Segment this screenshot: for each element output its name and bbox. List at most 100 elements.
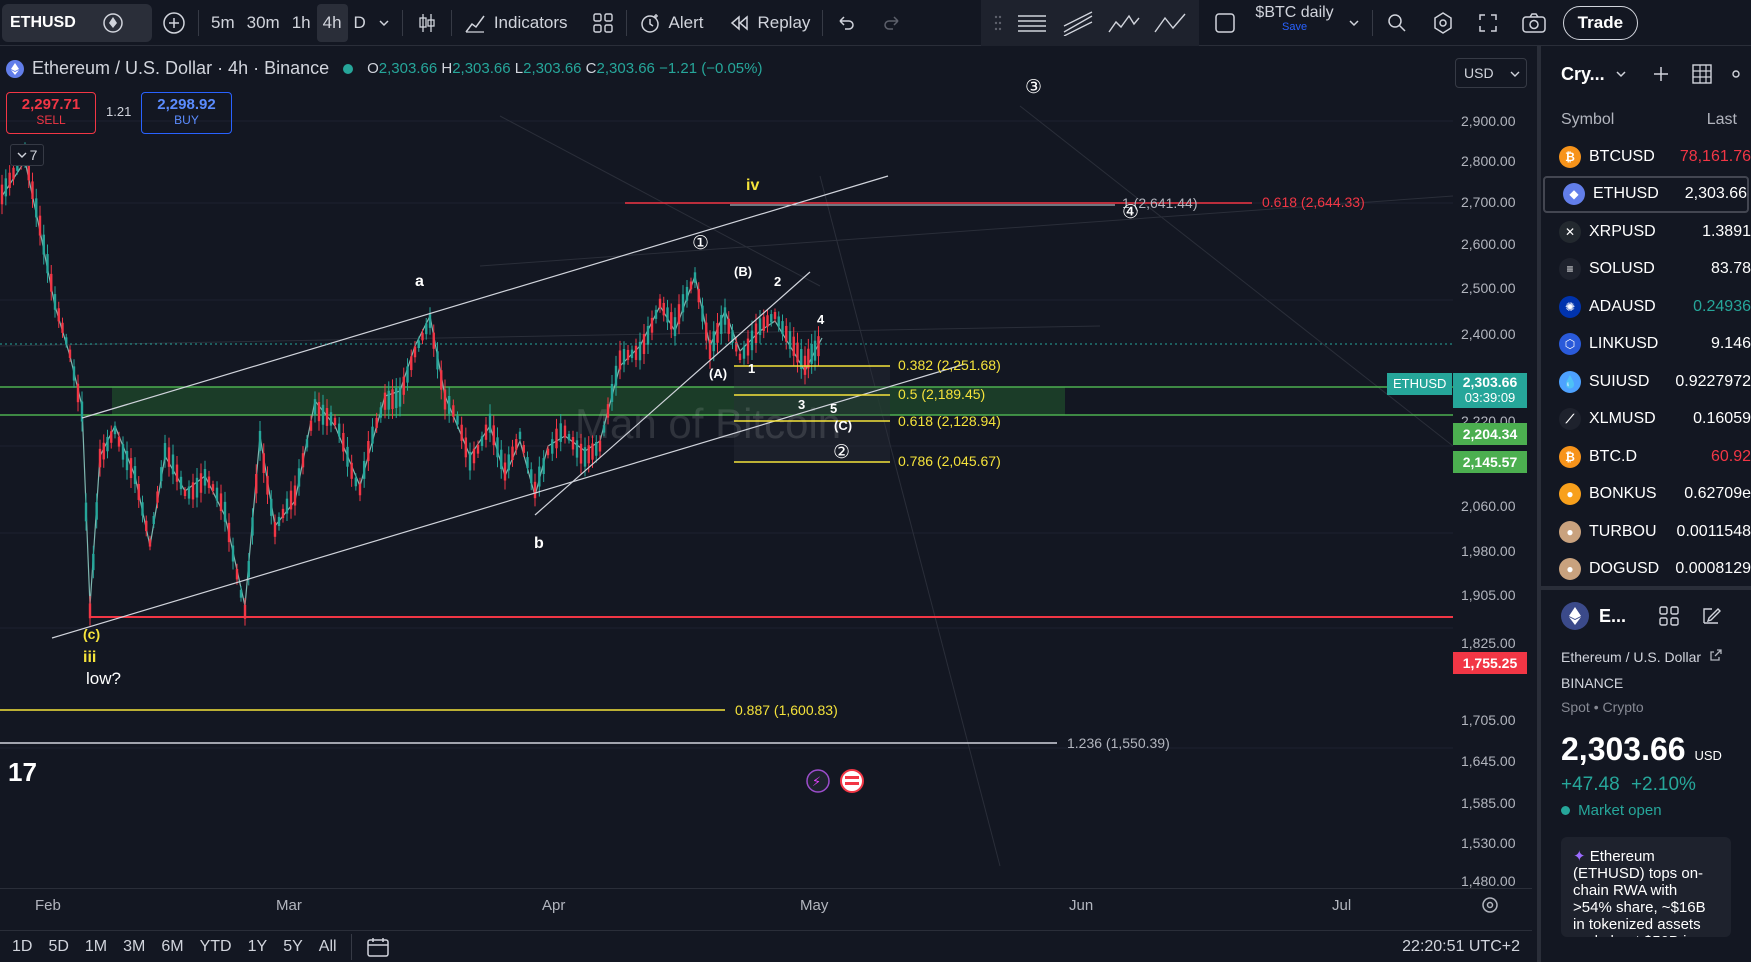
candle-body <box>685 286 689 301</box>
watchlist-name[interactable]: Cry... <box>1561 64 1605 85</box>
camera-icon[interactable] <box>1515 4 1553 42</box>
range-1m[interactable]: 1M <box>77 938 115 956</box>
buy-button[interactable]: 2,298.92 BUY <box>141 92 232 134</box>
layout-square-icon[interactable] <box>1207 4 1243 42</box>
high-value: 2,303.66 <box>452 60 511 77</box>
price-axis[interactable]: 2,900.00 2,800.00 2,700.00 2,600.00 2,50… <box>1453 46 1532 889</box>
fib-channel-icon[interactable] <box>1055 4 1101 42</box>
range-1y[interactable]: 1Y <box>240 938 276 956</box>
candle-body <box>658 298 662 309</box>
templates-icon[interactable] <box>586 4 620 42</box>
edit-icon[interactable] <box>1700 605 1722 627</box>
interval-d[interactable]: D <box>348 4 372 42</box>
candle-body <box>297 468 301 487</box>
chevron-down-icon[interactable] <box>372 4 396 42</box>
wave-iii-label: iii <box>83 649 96 666</box>
range-ytd[interactable]: YTD <box>192 938 240 956</box>
elliott-wave-icon[interactable] <box>1101 4 1147 42</box>
undo-icon[interactable] <box>829 4 863 42</box>
wave-5-label: 5 <box>830 401 837 416</box>
external-link-icon[interactable] <box>1709 648 1723 662</box>
indicators-collapse-button[interactable]: 7 <box>10 144 44 166</box>
range-6m[interactable]: 6M <box>153 938 191 956</box>
watchlist-row[interactable]: ✕ XRPUSD 1.3891 <box>1541 213 1751 251</box>
redo-icon[interactable] <box>875 4 909 42</box>
range-5d[interactable]: 5D <box>40 938 76 956</box>
watchlist-row[interactable]: ₿ BTC.D 60.92 <box>1541 438 1751 476</box>
axis-settings-gear-icon[interactable] <box>1480 895 1500 915</box>
add-symbol-icon[interactable] <box>1651 64 1671 84</box>
watchlist-row[interactable]: ₿ BTCUSD 78,161.76 <box>1541 138 1751 176</box>
watchlist-row[interactable]: ⬡ LINKUSD 9.146 <box>1541 326 1751 364</box>
watchlist-row[interactable]: ● BONKUS 0.62709e <box>1541 476 1751 514</box>
watchlist-row[interactable]: ✺ ADAUSD 0.24936 <box>1541 288 1751 326</box>
sell-button[interactable]: 2,297.71 SELL <box>6 92 96 134</box>
alert-button[interactable]: Alert <box>633 4 710 42</box>
layout-grid-icon[interactable] <box>1658 605 1680 627</box>
candles-icon[interactable] <box>409 4 445 42</box>
candle-body <box>511 446 514 461</box>
calendar-goto-icon[interactable] <box>366 936 390 958</box>
wave-B-label: (B) <box>734 264 752 279</box>
candle-body <box>84 502 88 522</box>
news-card[interactable]: ✦ Ethereum (ETHUSD) tops on-chain RWA wi… <box>1561 837 1731 937</box>
details-name-text[interactable]: Ethereum / U.S. Dollar <box>1561 649 1701 665</box>
interval-30m[interactable]: 30m <box>241 4 286 42</box>
watchlist-last: 0.9227972 <box>1675 372 1751 390</box>
compare-add-icon[interactable] <box>156 4 192 42</box>
range-3m[interactable]: 3M <box>115 938 153 956</box>
layout-chevron-down-icon[interactable] <box>1342 4 1366 42</box>
candle-body <box>395 388 398 409</box>
watchlist-symbol: SOLUSD <box>1589 260 1655 278</box>
utc-clock[interactable]: 22:20:51 UTC+2 <box>1402 938 1520 956</box>
candle-body <box>346 446 349 467</box>
details-short-title[interactable]: E... <box>1599 606 1626 627</box>
symbol-search[interactable]: ETHUSD <box>2 3 152 42</box>
spread-value: 1.21 <box>106 104 132 119</box>
candle-body <box>472 448 476 464</box>
watchlist-row[interactable]: ≡ SOLUSD 83.78 <box>1541 251 1751 289</box>
candle-body <box>102 442 105 460</box>
interval-1h[interactable]: 1h <box>286 4 317 42</box>
bottom-bar: 1D 5D 1M 3M 6M YTD 1Y 5Y All 22:20:51 UT… <box>0 930 1532 962</box>
col-symbol[interactable]: Symbol <box>1561 111 1614 129</box>
watchlist-rows: ₿ BTCUSD 78,161.76 ◆ ETHUSD 2,303.66 ✕ XRPUSD 1.… <box>1541 138 1751 588</box>
abc-wave-icon[interactable] <box>1147 4 1193 42</box>
table-view-icon[interactable] <box>1691 63 1713 85</box>
chevron-down-icon <box>17 150 27 160</box>
interval-5m[interactable]: 5m <box>205 4 241 42</box>
rewind-icon <box>728 12 750 34</box>
range-5y[interactable]: 5Y <box>275 938 311 956</box>
chart-canvas[interactable]: Man of Bitcoin 0.382 (2,251.68) 0.5 (2,1… <box>0 46 1532 888</box>
chevron-down-icon[interactable] <box>1615 68 1627 80</box>
watchlist-row[interactable]: ⟋ XLMUSD 0.16059 <box>1541 401 1751 439</box>
watchlist-row[interactable]: ● DOGUSD 0.0008129 <box>1541 551 1751 589</box>
trade-button[interactable]: Trade <box>1562 5 1639 40</box>
watchlist-row[interactable]: ◆ ETHUSD 2,303.66 <box>1543 175 1749 213</box>
replay-button[interactable]: Replay <box>722 4 817 42</box>
separator <box>198 9 199 36</box>
layout-name-button[interactable]: $BTC daily Save <box>1247 4 1341 42</box>
range-1d[interactable]: 1D <box>4 938 40 956</box>
candle-body <box>712 331 715 352</box>
interval-4h[interactable]: 4h <box>316 3 348 42</box>
price-series <box>1 159 823 607</box>
more-options-icon[interactable] <box>1731 64 1741 84</box>
drag-handle-icon[interactable] <box>987 4 1009 42</box>
watchlist-row[interactable]: ● TURBOU 0.0011548 <box>1541 513 1751 551</box>
wave-a-label: a <box>415 273 424 290</box>
fullscreen-icon[interactable] <box>1471 4 1505 42</box>
indicators-button[interactable]: Indicators <box>458 4 574 42</box>
quick-search-icon[interactable] <box>1379 4 1415 42</box>
horizontal-lines-icon[interactable] <box>1009 4 1055 42</box>
coin-icon: ◆ <box>1563 183 1585 206</box>
event-us-flag-icon[interactable] <box>840 769 864 793</box>
range-all[interactable]: All <box>311 938 345 956</box>
time-axis[interactable]: Feb Mar Apr May Jun Jul <box>0 888 1532 920</box>
watchlist-symbol: TURBOU <box>1589 522 1657 540</box>
sell-price: 2,297.71 <box>21 96 81 113</box>
watchlist-row[interactable]: 💧 SUIUSD 0.9227972 <box>1541 363 1751 401</box>
settings-gear-icon[interactable] <box>1425 4 1461 42</box>
legend-title[interactable]: Ethereum / U.S. Dollar · 4h · Binance <box>32 58 329 79</box>
col-last[interactable]: Last <box>1707 111 1737 129</box>
